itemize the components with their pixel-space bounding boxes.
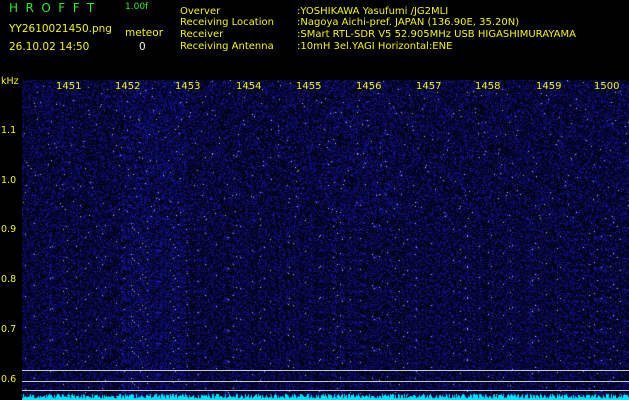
observer-value: :YOSHIKAWA Yasufumi /JG2MLI: [297, 6, 449, 17]
app-name: HROFFT: [9, 1, 102, 15]
freq-tick: 0.9: [1, 224, 17, 235]
observer-label: Overver: [180, 6, 221, 17]
meteor-count: 0: [139, 41, 146, 53]
reference-line: [22, 390, 629, 391]
antenna-value: :10mH 3el.YAGI Horizontal:ENE: [297, 41, 453, 52]
waterfall-canvas: [22, 80, 629, 400]
freq-tick: 1.1: [1, 125, 17, 136]
receiver-label: Receiver: [180, 29, 224, 40]
time-tick: 1451: [56, 81, 82, 92]
khz-unit-label: kHz: [1, 76, 19, 87]
filename-label: YY2610021450.png: [9, 23, 112, 35]
freq-tick: 0.7: [1, 324, 17, 335]
freq-tick: 1.0: [1, 175, 17, 186]
receiver-value: :SMart RTL-SDR V5 52.905MHz USB HIGASHIM…: [297, 29, 576, 40]
time-tick: 1452: [115, 81, 141, 92]
datetime-label: 26.10.02 14:50: [9, 41, 90, 53]
time-tick: 1459: [536, 81, 562, 92]
freq-tick: 0.8: [1, 274, 17, 285]
reference-line: [22, 381, 629, 382]
freq-tick: 0.6: [1, 374, 17, 385]
version-label: 1.00f: [125, 2, 149, 12]
time-tick: 1500: [594, 81, 620, 92]
meteor-label: meteor: [125, 27, 164, 39]
location-value: :Nagoya Aichi-pref. JAPAN (136.90E, 35.2…: [297, 17, 520, 28]
antenna-label: Receiving Antenna: [180, 41, 274, 52]
header-panel: HROFFT 1.00f YY2610021450.png meteor 26.…: [0, 0, 629, 74]
time-tick: 1455: [296, 81, 322, 92]
time-tick: 1458: [475, 81, 501, 92]
spectrogram-waterfall: [22, 80, 629, 400]
time-tick: 1456: [356, 81, 382, 92]
location-label: Receiving Location: [180, 17, 274, 28]
time-tick: 1457: [416, 81, 442, 92]
reference-line: [22, 370, 629, 371]
time-tick: 1453: [175, 81, 201, 92]
time-tick: 1454: [236, 81, 262, 92]
